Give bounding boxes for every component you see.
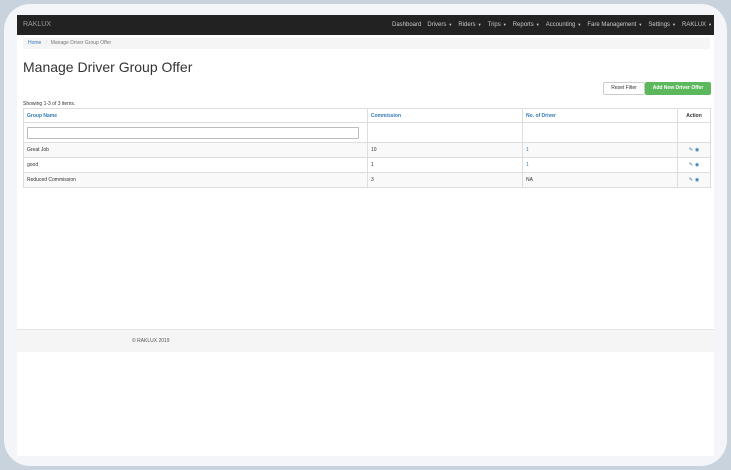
reset-filter-button[interactable]: Reset Filter: [603, 82, 645, 95]
brand-logo[interactable]: RAKLUX: [23, 21, 51, 28]
nav-item-label: Accounting: [545, 22, 576, 28]
cell-drivers: NA: [522, 172, 678, 188]
cell-group-name: Reduced Commission: [23, 172, 368, 188]
caret-down-icon: ▼: [535, 22, 540, 27]
cell-action: ✎ ◉: [677, 172, 711, 188]
caret-down-icon: ▼: [638, 22, 643, 27]
caret-down-icon: ▼: [708, 22, 712, 27]
device-frame: RAKLUX Dashboard Drivers ▼ Riders ▼ Trips ▼ Rep…: [4, 4, 727, 466]
cell-action: ✎ ◉: [677, 142, 711, 158]
cell-action: ✎ ◉: [677, 157, 711, 173]
caret-down-icon: ▼: [502, 22, 507, 27]
caret-down-icon: ▼: [672, 22, 677, 27]
table-row: Great Job 10 1 ✎ ◉: [23, 142, 711, 158]
nav-item-label: Riders: [458, 22, 476, 28]
table-row: good 1 1 ✎ ◉: [23, 157, 711, 173]
caret-down-icon: ▼: [448, 22, 453, 27]
nav-item-label: Fare Management: [587, 22, 637, 28]
breadcrumb-separator: /: [45, 40, 47, 46]
eye-icon[interactable]: ◉: [695, 147, 699, 153]
nav-item-accounting[interactable]: Accounting ▼: [546, 22, 582, 28]
filter-row: [23, 122, 711, 143]
breadcrumb-home-link[interactable]: Home: [28, 40, 41, 46]
browser-viewport: RAKLUX Dashboard Drivers ▼ Riders ▼ Trips ▼ Rep…: [17, 15, 714, 456]
page-title: Manage Driver Group Offer: [23, 59, 193, 75]
cell-drivers[interactable]: 1: [522, 142, 678, 158]
nav-item-reports[interactable]: Reports ▼: [513, 22, 540, 28]
nav-item-trips[interactable]: Trips ▼: [488, 22, 507, 28]
pencil-icon[interactable]: ✎: [689, 147, 693, 153]
filter-cell: [522, 122, 678, 143]
nav-item-dashboard[interactable]: Dashboard: [392, 22, 421, 28]
pencil-icon[interactable]: ✎: [689, 162, 693, 168]
eye-icon[interactable]: ◉: [695, 177, 699, 183]
column-header-group-name[interactable]: Group Name: [23, 108, 368, 123]
filter-cell: [23, 122, 368, 143]
results-summary: Showing 1-3 of 3 items.: [23, 101, 76, 107]
column-header-commission[interactable]: Commission: [367, 108, 523, 123]
top-navbar: RAKLUX Dashboard Drivers ▼ Riders ▼ Trips ▼ Rep…: [17, 15, 714, 35]
nav-item-label: Trips: [487, 22, 501, 28]
pencil-icon[interactable]: ✎: [689, 177, 693, 183]
nav-item-label: Drivers: [427, 22, 447, 28]
eye-icon[interactable]: ◉: [695, 162, 699, 168]
caret-down-icon: ▼: [477, 22, 482, 27]
cell-group-name: good: [23, 157, 368, 173]
column-header-drivers[interactable]: No. of Driver: [522, 108, 678, 123]
cell-commission: 1: [367, 157, 523, 173]
breadcrumb: Home / Manage Driver Group Offer: [23, 38, 710, 49]
cell-commission: 10: [367, 142, 523, 158]
group-name-filter-input[interactable]: [27, 126, 359, 139]
filter-cell: [677, 122, 711, 143]
caret-down-icon: ▼: [577, 22, 582, 27]
column-header-action: Action: [677, 108, 711, 123]
nav-item-label: Reports: [512, 22, 534, 28]
cell-drivers[interactable]: 1: [522, 157, 678, 173]
driver-group-table: Group Name Commission No. of Driver Acti…: [23, 108, 711, 188]
nav-item-settings[interactable]: Settings ▼: [648, 22, 676, 28]
page-footer: © RAKLUX 2019: [17, 329, 714, 352]
nav-item-fare-management[interactable]: Fare Management ▼: [587, 22, 642, 28]
copyright-text: © RAKLUX 2019: [132, 338, 170, 344]
nav-item-drivers[interactable]: Drivers ▼: [427, 22, 452, 28]
add-driver-offer-button[interactable]: Add New Driver Offer: [645, 82, 711, 95]
nav-item-riders[interactable]: Riders ▼: [458, 22, 481, 28]
cell-group-name: Great Job: [23, 142, 368, 158]
filter-cell: [367, 122, 523, 143]
main-nav: Dashboard Drivers ▼ Riders ▼ Trips ▼ Reports ▼ Ac…: [386, 22, 712, 28]
table-row: Reduced Commission 3 NA ✎ ◉: [23, 172, 711, 188]
nav-item-label: Dashboard: [391, 22, 422, 28]
cell-commission: 3: [367, 172, 523, 188]
nav-item-label: RAKLUX: [682, 22, 707, 28]
nav-item-label: Settings: [648, 22, 671, 28]
nav-item-raklux[interactable]: RAKLUX ▼: [682, 22, 712, 28]
breadcrumb-current: Manage Driver Group Offer: [50, 40, 112, 46]
